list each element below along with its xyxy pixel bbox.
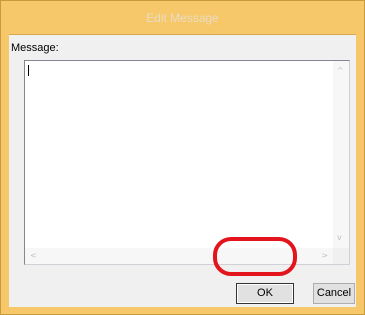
chevron-down-icon[interactable]: v [337,234,342,242]
chevron-left-icon[interactable]: < [30,252,37,260]
edit-message-dialog: Edit Message Message: ^ v < > OK Cancel [0,0,365,315]
message-textarea[interactable]: ^ v < > [24,60,350,265]
ok-button[interactable]: OK [236,283,294,304]
vertical-scrollbar[interactable]: ^ v [333,61,349,248]
dialog-title: Edit Message [146,11,219,25]
scrollbar-corner [333,248,349,264]
text-caret [28,65,29,76]
cancel-button[interactable]: Cancel [313,283,355,304]
dialog-body: Message: ^ v < > OK Cancel [9,34,356,307]
chevron-right-icon[interactable]: > [321,252,328,260]
message-label: Message: [11,42,59,54]
horizontal-scrollbar[interactable]: < > [25,248,333,264]
chevron-up-icon[interactable]: ^ [337,67,344,75]
